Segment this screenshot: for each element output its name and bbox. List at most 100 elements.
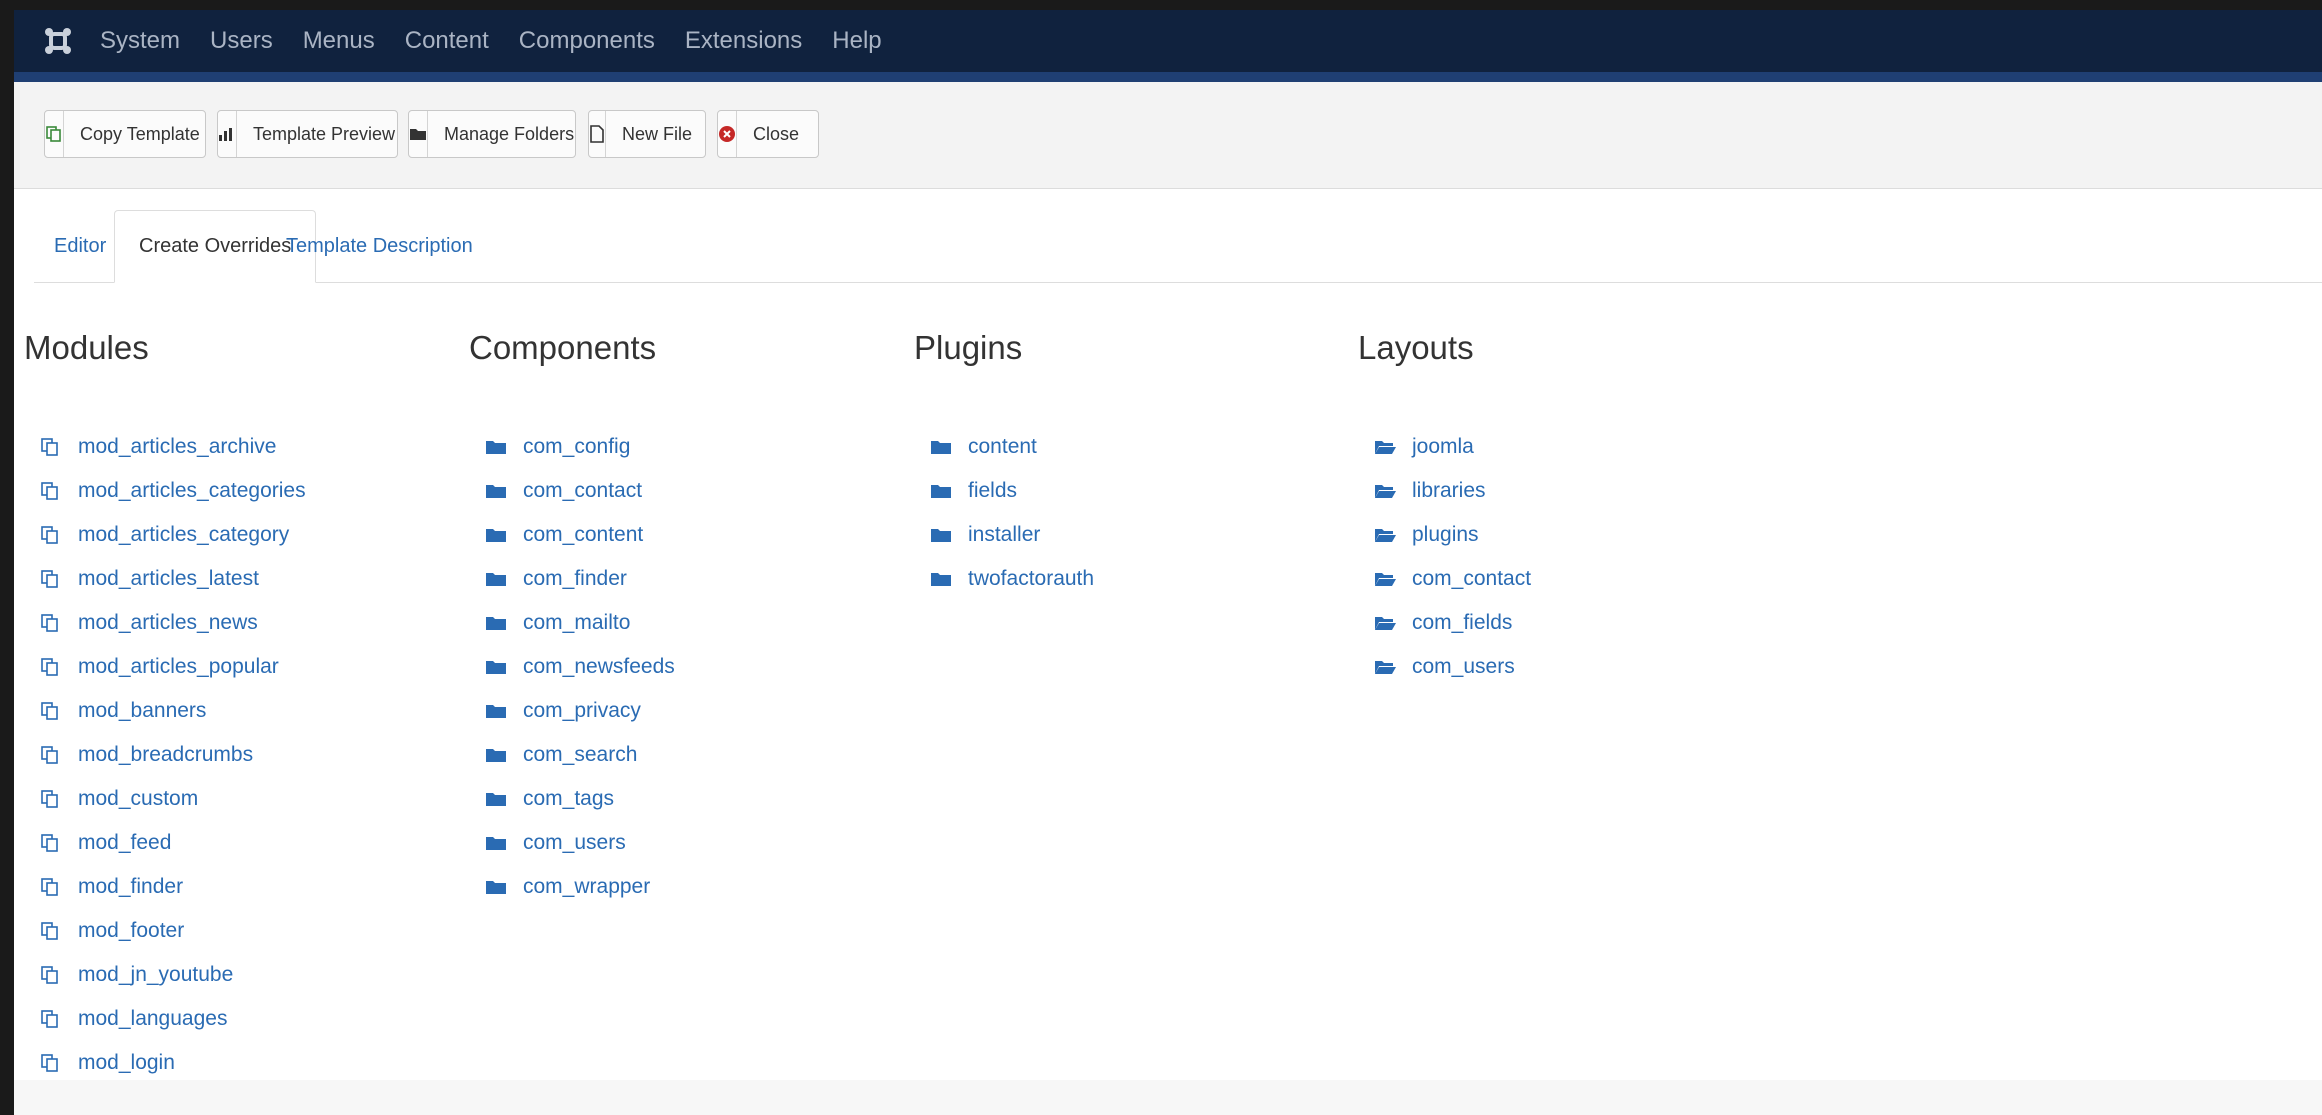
list-item[interactable]: joomla (1374, 425, 1531, 469)
copy-file-icon (40, 481, 66, 501)
list-item-label: mod_custom (78, 787, 199, 810)
copy-file-icon (40, 613, 66, 633)
list-item-label: mod_feed (78, 831, 172, 854)
toolbar: Copy Template Template Preview Manage Fo… (14, 82, 2322, 189)
list-item[interactable]: mod_languages (40, 997, 306, 1041)
list-item[interactable]: com_tags (485, 777, 675, 821)
joomla-logo-icon[interactable] (38, 21, 78, 61)
footer-band (14, 1080, 2322, 1115)
list-item[interactable]: com_contact (485, 469, 675, 513)
list-item-label: twofactorauth (968, 567, 1095, 590)
copy-icon (45, 111, 64, 157)
list-item[interactable]: com_newsfeeds (485, 645, 675, 689)
menu-components[interactable]: Components (519, 27, 655, 55)
list-item-label: mod_articles_categories (78, 479, 306, 502)
list-item[interactable]: com_privacy (485, 689, 675, 733)
list-item-label: com_users (523, 831, 626, 854)
list-item[interactable]: com_search (485, 733, 675, 777)
app-window: System Users Menus Content Components Ex… (14, 10, 2322, 1115)
folder-icon (485, 790, 511, 808)
close-button[interactable]: Close (717, 110, 819, 158)
list-item-label: mod_footer (78, 919, 185, 942)
list-item-label: com_users (1412, 655, 1515, 678)
list-item[interactable]: com_content (485, 513, 675, 557)
list-item[interactable]: com_users (485, 821, 675, 865)
list-item[interactable]: com_mailto (485, 601, 675, 645)
list-item-label: mod_languages (78, 1007, 228, 1030)
list-item[interactable]: mod_articles_archive (40, 425, 306, 469)
list-item[interactable]: com_users (1374, 645, 1531, 689)
copy-file-icon (40, 921, 66, 941)
list-item[interactable]: mod_breadcrumbs (40, 733, 306, 777)
list-item-label: com_contact (1412, 567, 1532, 590)
list-item-label: libraries (1412, 479, 1486, 502)
list-item[interactable]: mod_feed (40, 821, 306, 865)
manage-folders-button[interactable]: Manage Folders (408, 110, 576, 158)
folder-open-icon (1374, 658, 1400, 676)
template-preview-button[interactable]: Template Preview (217, 110, 398, 158)
list-item[interactable]: com_fields (1374, 601, 1531, 645)
list-item-label: com_tags (523, 787, 615, 810)
list-item[interactable]: mod_login (40, 1041, 306, 1085)
menu-users[interactable]: Users (210, 27, 273, 55)
copy-template-button[interactable]: Copy Template (44, 110, 206, 158)
tab-editor[interactable]: Editor (54, 210, 106, 282)
top-navbar: System Users Menus Content Components Ex… (14, 10, 2322, 72)
copy-file-icon (40, 833, 66, 853)
tab-template-description[interactable]: Template Description (286, 210, 473, 282)
list-item-label: com_content (523, 523, 644, 546)
new-file-button[interactable]: New File (588, 110, 706, 158)
folder-icon (485, 614, 511, 632)
list-item[interactable]: content (930, 425, 1094, 469)
list-item[interactable]: fields (930, 469, 1094, 513)
modules-heading: Modules (24, 329, 149, 366)
copy-file-icon (40, 877, 66, 897)
list-item[interactable]: twofactorauth (930, 557, 1094, 601)
list-item[interactable]: mod_articles_popular (40, 645, 306, 689)
list-item[interactable]: mod_articles_news (40, 601, 306, 645)
navbar-stripe (14, 72, 2322, 82)
list-item[interactable]: com_config (485, 425, 675, 469)
list-item[interactable]: com_finder (485, 557, 675, 601)
list-item[interactable]: plugins (1374, 513, 1531, 557)
list-item[interactable]: com_contact (1374, 557, 1531, 601)
folder-icon (485, 702, 511, 720)
list-item[interactable]: mod_articles_categories (40, 469, 306, 513)
folder-icon (930, 526, 956, 544)
list-item[interactable]: mod_articles_latest (40, 557, 306, 601)
list-item-label: content (968, 435, 1037, 458)
menu-system[interactable]: System (100, 27, 180, 55)
list-item[interactable]: mod_footer (40, 909, 306, 953)
menu-help[interactable]: Help (832, 27, 881, 55)
copy-file-icon (40, 789, 66, 809)
layouts-heading: Layouts (1358, 329, 1474, 366)
list-item[interactable]: mod_articles_category (40, 513, 306, 557)
layouts-list: joomla libraries plugins com_contact com_fie… (1374, 425, 1531, 689)
menu-content[interactable]: Content (405, 27, 489, 55)
list-item-label: com_finder (523, 567, 627, 590)
copy-file-icon (40, 1009, 66, 1029)
list-item[interactable]: mod_banners (40, 689, 306, 733)
copy-file-icon (40, 1053, 66, 1073)
list-item-label: installer (968, 523, 1041, 546)
folder-icon (485, 482, 511, 500)
folder-open-icon (1374, 482, 1400, 500)
list-item[interactable]: installer (930, 513, 1094, 557)
modules-column: Modules mod_articles_archive mod_articles… (24, 328, 306, 1115)
folder-icon (485, 570, 511, 588)
folder-icon (485, 438, 511, 456)
list-item[interactable]: com_wrapper (485, 865, 675, 909)
menu-extensions[interactable]: Extensions (685, 27, 802, 55)
list-item[interactable]: mod_jn_youtube (40, 953, 306, 997)
folder-open-icon (1374, 570, 1400, 588)
list-item-label: mod_articles_archive (78, 435, 277, 458)
menu-menus[interactable]: Menus (303, 27, 375, 55)
folder-icon (485, 526, 511, 544)
list-item-label: com_fields (1412, 611, 1513, 634)
list-item[interactable]: mod_custom (40, 777, 306, 821)
list-item-label: com_contact (523, 479, 643, 502)
list-item[interactable]: libraries (1374, 469, 1531, 513)
list-item[interactable]: mod_finder (40, 865, 306, 909)
new-file-label: New File (622, 123, 693, 144)
folder-icon (930, 438, 956, 456)
